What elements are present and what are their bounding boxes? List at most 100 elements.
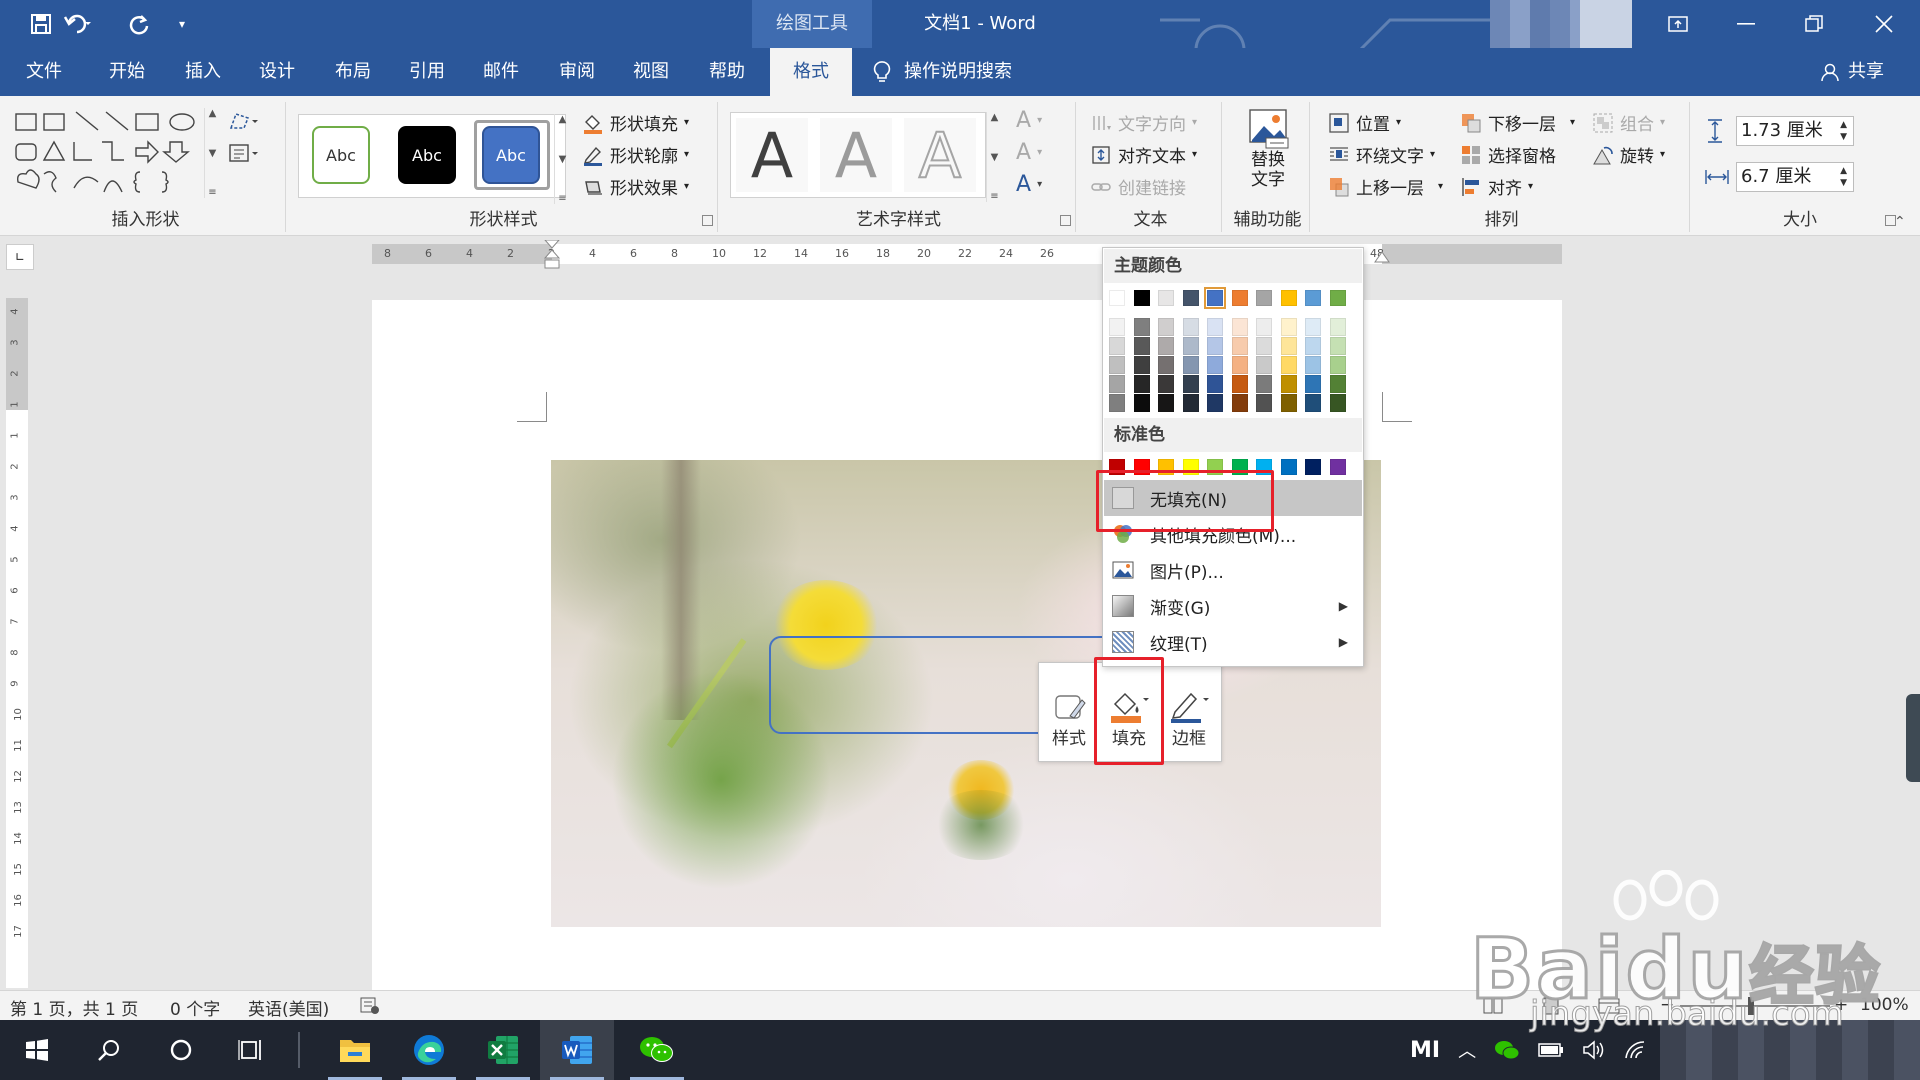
volume-icon[interactable] [1582, 1040, 1606, 1060]
tab-mailings[interactable]: 邮件 [466, 48, 536, 96]
wordart-preset-1[interactable]: A [736, 118, 808, 192]
theme-color-swatch[interactable] [1305, 290, 1321, 306]
shape-height-input[interactable]: 1.73 厘米 ▲ ▼ [1736, 116, 1854, 146]
mi-logo-icon[interactable]: MI [1410, 1038, 1440, 1063]
theme-shade-swatch[interactable] [1231, 318, 1248, 336]
tab-view[interactable]: 视图 [616, 48, 686, 96]
save-icon[interactable] [26, 10, 56, 38]
theme-shade-swatch[interactable] [1207, 337, 1223, 355]
theme-shade-swatch[interactable] [1305, 375, 1321, 393]
theme-shade-swatch[interactable] [1182, 356, 1199, 374]
theme-shade-swatch[interactable] [1329, 356, 1346, 374]
shape-outline-button[interactable]: 形状轮廓 ▾ [582, 142, 689, 167]
align-text-button[interactable]: 对齐文本 ▾ [1090, 142, 1197, 167]
indent-marker-icon[interactable] [544, 240, 560, 270]
language[interactable]: 英语(美国) [248, 995, 329, 1020]
theme-shade-swatch[interactable] [1182, 375, 1199, 393]
theme-shade-swatch[interactable] [1182, 337, 1199, 355]
shape-gallery-scroll[interactable]: ▲ ▼ ≡ [204, 108, 220, 198]
file-explorer-icon[interactable] [318, 1020, 392, 1080]
shape-style-preset-1[interactable]: Abc [312, 126, 370, 184]
shape-style-preset-2[interactable]: Abc [398, 126, 456, 184]
text-box-button[interactable] [228, 142, 258, 164]
account-avatar[interactable] [1580, 0, 1632, 48]
theme-shade-swatch[interactable] [1182, 394, 1199, 412]
theme-color-swatch[interactable] [1329, 290, 1346, 306]
tab-file[interactable]: 文件 [10, 48, 78, 96]
theme-shade-swatch[interactable] [1280, 375, 1297, 393]
theme-shade-swatch[interactable] [1207, 394, 1223, 412]
create-link-button[interactable]: 创建链接 [1090, 174, 1186, 199]
standard-color-swatch[interactable] [1280, 459, 1297, 475]
align-button[interactable]: 对齐 ▾ [1460, 174, 1533, 199]
redo-icon[interactable] [124, 10, 154, 38]
picture-fill-option[interactable]: 图片(P)... [1104, 552, 1362, 588]
tab-selector[interactable]: ∟ [6, 244, 34, 270]
tab-design[interactable]: 设计 [242, 48, 312, 96]
theme-color-swatch[interactable] [1256, 290, 1272, 306]
position-button[interactable]: 位置 ▾ [1328, 110, 1401, 135]
alt-text-button[interactable]: 替换 文字 [1226, 108, 1310, 204]
theme-shade-swatch[interactable] [1158, 337, 1174, 355]
theme-shade-swatch[interactable] [1280, 337, 1297, 355]
tab-insert[interactable]: 插入 [168, 48, 238, 96]
windows-start-icon[interactable] [0, 1020, 74, 1080]
theme-shade-swatch[interactable] [1305, 318, 1321, 336]
shape-style-scroll[interactable]: ▲ ▼ ≡ [554, 114, 570, 204]
send-backward-button[interactable]: 下移一层 ▾ [1460, 110, 1575, 135]
theme-color-swatch[interactable] [1158, 290, 1174, 306]
shape-gallery[interactable] [12, 108, 212, 198]
standard-color-swatch[interactable] [1329, 459, 1346, 475]
task-view-icon[interactable] [214, 1020, 288, 1080]
theme-shade-swatch[interactable] [1133, 394, 1150, 412]
search-icon[interactable] [72, 1020, 146, 1080]
theme-shade-swatch[interactable] [1158, 318, 1174, 336]
theme-shade-swatch[interactable] [1133, 356, 1150, 374]
theme-shade-swatch[interactable] [1280, 356, 1297, 374]
word-icon[interactable] [540, 1020, 614, 1080]
share-button[interactable]: 共享 [1820, 48, 1884, 96]
customize-icon[interactable]: ▾ [170, 10, 194, 38]
theme-shade-swatch[interactable] [1256, 356, 1272, 374]
theme-shade-swatch[interactable] [1109, 394, 1125, 412]
theme-shade-swatch[interactable] [1207, 318, 1223, 336]
theme-color-swatch[interactable] [1109, 290, 1125, 306]
theme-shade-swatch[interactable] [1133, 375, 1150, 393]
theme-color-swatch[interactable] [1280, 290, 1297, 306]
bring-forward-button[interactable]: 上移一层 ▾ [1328, 174, 1443, 199]
shape-style-preset-3[interactable]: Abc [482, 126, 540, 184]
theme-shade-swatch[interactable] [1109, 375, 1125, 393]
text-effects-button[interactable]: A ▾ [1016, 172, 1042, 197]
edge-icon[interactable] [392, 1020, 466, 1080]
wifi-icon[interactable] [1624, 1040, 1648, 1060]
tray-expand-icon[interactable]: ︿ [1458, 1037, 1476, 1063]
wechat-icon[interactable] [620, 1020, 694, 1080]
shape-fill-button[interactable]: 形状填充 ▾ [582, 110, 689, 135]
theme-shade-swatch[interactable] [1256, 394, 1272, 412]
theme-shade-swatch[interactable] [1158, 375, 1174, 393]
standard-color-swatch[interactable] [1305, 459, 1321, 475]
excel-icon[interactable] [466, 1020, 540, 1080]
theme-shade-swatch[interactable] [1305, 394, 1321, 412]
theme-shade-swatch[interactable] [1207, 375, 1223, 393]
theme-color-swatch[interactable] [1204, 287, 1226, 309]
shape-effects-button[interactable]: 形状效果 ▾ [582, 174, 689, 199]
theme-shade-swatch[interactable] [1329, 318, 1346, 336]
shape-width-input[interactable]: 6.7 厘米 ▲ ▼ [1736, 162, 1854, 192]
theme-shade-swatch[interactable] [1329, 394, 1346, 412]
word-count[interactable]: 0 个字 [170, 995, 220, 1020]
theme-shade-swatch[interactable] [1182, 318, 1199, 336]
theme-shade-swatch[interactable] [1231, 394, 1248, 412]
width-spinner-icon[interactable]: ▲ ▼ [1840, 165, 1847, 189]
shape-styles-launcher-icon[interactable] [702, 215, 713, 226]
theme-shade-swatch[interactable] [1109, 318, 1125, 336]
tab-help[interactable]: 帮助 [692, 48, 762, 96]
rotate-button[interactable]: 旋转 ▾ [1592, 142, 1665, 167]
theme-shade-swatch[interactable] [1329, 337, 1346, 355]
theme-color-swatch[interactable] [1133, 290, 1150, 306]
theme-shade-swatch[interactable] [1305, 337, 1321, 355]
selection-pane-button[interactable]: 选择窗格 [1460, 142, 1556, 167]
text-outline-button[interactable]: A ▾ [1016, 140, 1042, 165]
battery-icon[interactable] [1538, 1042, 1564, 1058]
theme-color-swatch[interactable] [1182, 290, 1199, 306]
